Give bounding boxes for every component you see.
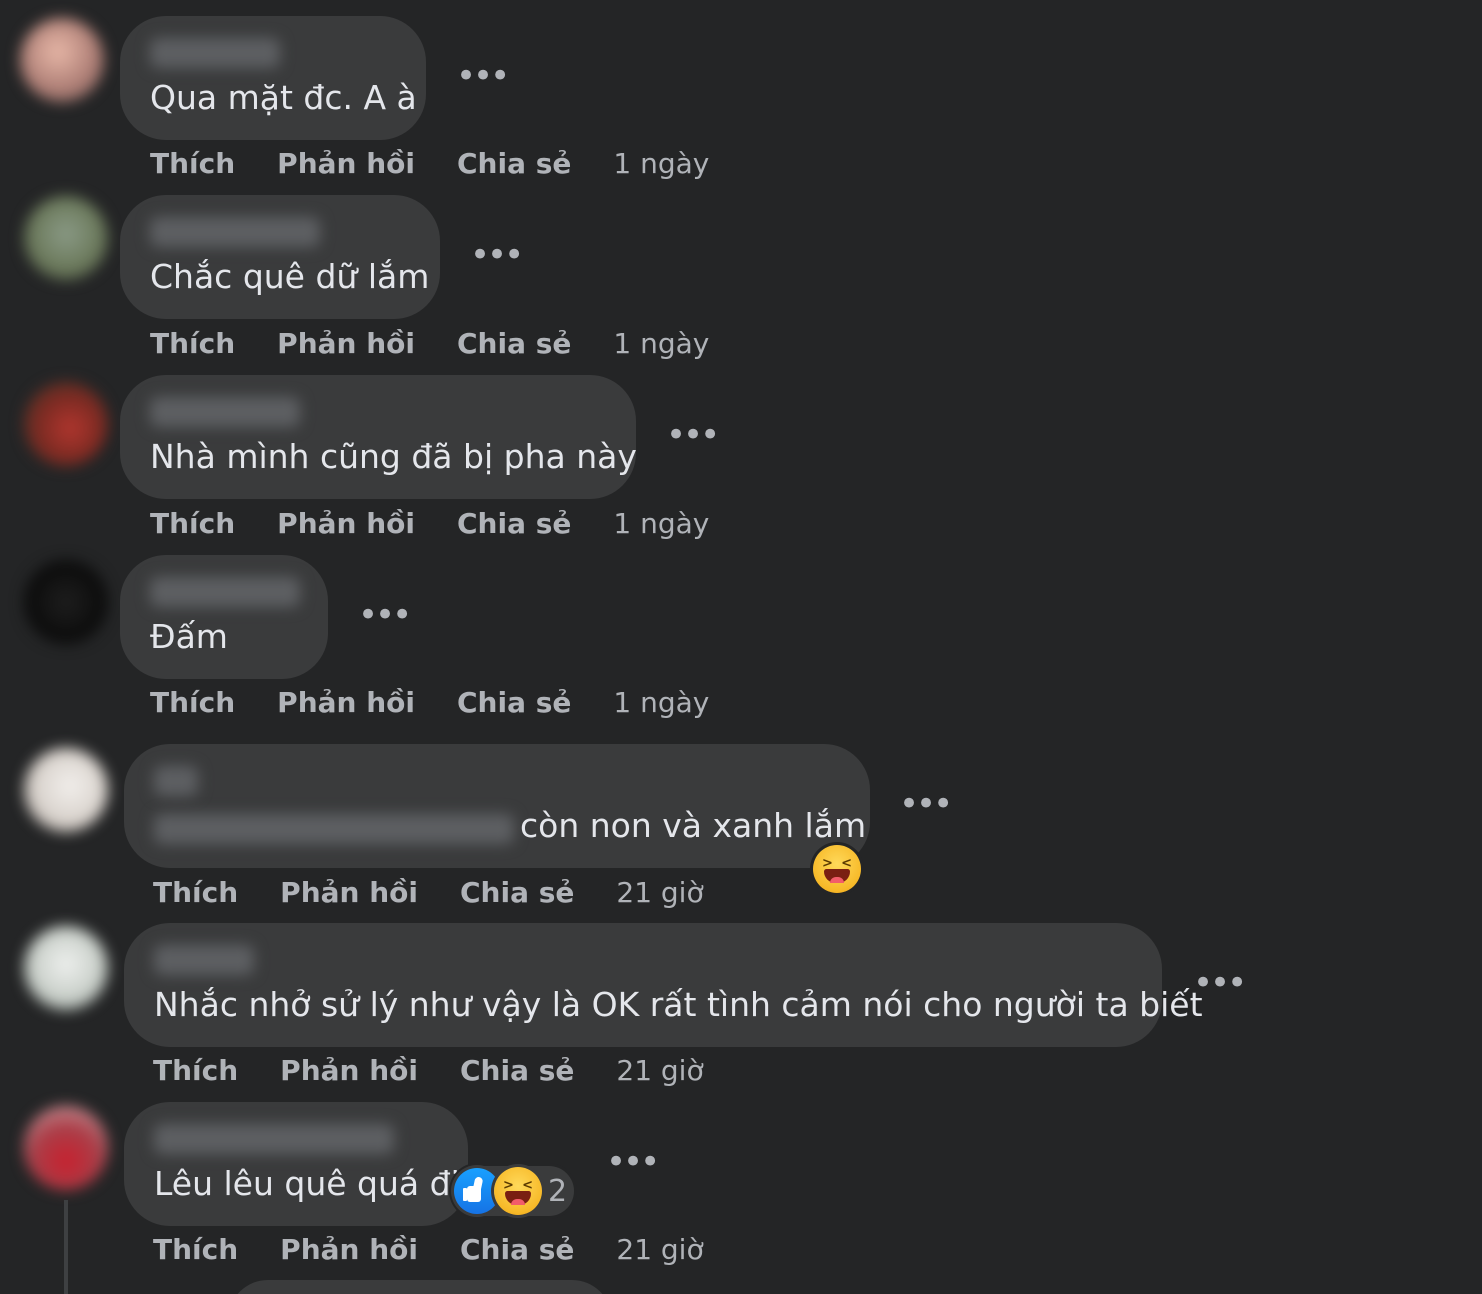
- comment-actions: Thích Phản hồi Chia sẻ 1 ngày: [150, 686, 709, 720]
- commenter-avatar[interactable]: [24, 926, 108, 1010]
- like-link[interactable]: Thích: [150, 686, 235, 720]
- comment-text: Chắc quê dữ lắm: [150, 257, 430, 296]
- reaction-summary[interactable]: > < 2: [452, 1166, 574, 1216]
- comment-actions: Thích Phản hồi Chia sẻ 21 giờ: [153, 1054, 704, 1088]
- ellipsis-icon[interactable]: •••: [606, 1145, 660, 1179]
- comment-bubble: Nhà mình cũng đã bị pha này: [120, 375, 637, 499]
- comment-text: Đấm: [150, 617, 228, 656]
- comment-bubble: Lêu lêu quê quá đi: [124, 1102, 468, 1226]
- comment-text: Lêu lêu quê quá đi: [154, 1164, 460, 1203]
- comment-text: Nhà mình cũng đã bị pha này: [150, 437, 637, 476]
- ellipsis-icon[interactable]: •••: [358, 598, 412, 632]
- share-link[interactable]: Chia sẻ: [457, 507, 571, 541]
- author-name-blurred[interactable]: [154, 1124, 394, 1154]
- commenter-avatar[interactable]: [24, 196, 108, 280]
- author-name-blurred[interactable]: [150, 397, 300, 427]
- like-link[interactable]: Thích: [153, 876, 238, 910]
- share-link[interactable]: Chia sẻ: [460, 1233, 574, 1267]
- comment-bubble: Đấm: [120, 555, 328, 679]
- comment-actions: Thích Phản hồi Chia sẻ 21 giờ: [153, 876, 704, 910]
- comment-timestamp[interactable]: 21 giờ: [616, 1054, 703, 1088]
- commenter-avatar[interactable]: [24, 1106, 108, 1190]
- author-name-blurred[interactable]: [154, 766, 198, 796]
- share-link[interactable]: Chia sẻ: [460, 1054, 574, 1088]
- like-link[interactable]: Thích: [150, 327, 235, 361]
- comment-bubble: Qua mặt đc. A à: [120, 16, 426, 140]
- author-name-blurred[interactable]: [154, 945, 254, 975]
- comment-bubble: Nhắc nhở sử lý như vậy là OK rất tình cả…: [124, 923, 1203, 1047]
- comment-text: còn non và xanh lắm: [520, 806, 867, 845]
- like-link[interactable]: Thích: [153, 1054, 238, 1088]
- reply-link[interactable]: Phản hồi: [280, 876, 418, 910]
- comment-timestamp[interactable]: 1 ngày: [613, 327, 709, 361]
- reply-link[interactable]: Phản hồi: [277, 147, 415, 181]
- haha-emoji-icon[interactable]: > <: [813, 845, 861, 893]
- author-name-blurred[interactable]: [150, 577, 300, 607]
- like-link[interactable]: Thích: [153, 1233, 238, 1267]
- author-name-blurred[interactable]: [150, 217, 320, 247]
- reply-link[interactable]: Phản hồi: [277, 507, 415, 541]
- share-link[interactable]: Chia sẻ: [460, 876, 574, 910]
- comment-bubble: còn non và xanh lắm: [124, 744, 870, 868]
- haha-emoji-icon: > <: [494, 1167, 542, 1215]
- comment-timestamp[interactable]: 1 ngày: [613, 147, 709, 181]
- commenter-avatar[interactable]: [24, 748, 108, 832]
- comment-thread: Qua mặt đc. A à ••• Thích Phản hồi Chia …: [0, 0, 1482, 1294]
- ellipsis-icon[interactable]: •••: [1193, 966, 1247, 1000]
- comment-text: Nhắc nhở sử lý như vậy là OK rất tình cả…: [154, 985, 1203, 1024]
- comment-timestamp[interactable]: 21 giờ: [616, 876, 703, 910]
- comment-actions: Thích Phản hồi Chia sẻ 1 ngày: [150, 507, 709, 541]
- ellipsis-icon[interactable]: •••: [470, 238, 524, 272]
- commenter-avatar[interactable]: [24, 382, 108, 466]
- like-link[interactable]: Thích: [150, 507, 235, 541]
- reaction-count: 2: [548, 1174, 568, 1209]
- comment-actions: Thích Phản hồi Chia sẻ 1 ngày: [150, 327, 709, 361]
- commenter-avatar[interactable]: [20, 18, 104, 102]
- tagged-user-blurred[interactable]: [154, 814, 514, 844]
- commenter-avatar[interactable]: [24, 560, 108, 644]
- reply-link[interactable]: Phản hồi: [277, 327, 415, 361]
- reply-link[interactable]: Phản hồi: [277, 686, 415, 720]
- comment-actions: Thích Phản hồi Chia sẻ 1 ngày: [150, 147, 709, 181]
- like-link[interactable]: Thích: [150, 147, 235, 181]
- reply-thread-line: [64, 1200, 68, 1294]
- share-link[interactable]: Chia sẻ: [457, 327, 571, 361]
- ellipsis-icon[interactable]: •••: [666, 418, 720, 452]
- reply-link[interactable]: Phản hồi: [280, 1054, 418, 1088]
- next-reply-bubble-partial: [228, 1280, 612, 1294]
- comment-text: Qua mặt đc. A à: [150, 78, 417, 117]
- share-link[interactable]: Chia sẻ: [457, 147, 571, 181]
- ellipsis-icon[interactable]: •••: [456, 59, 510, 93]
- ellipsis-icon[interactable]: •••: [899, 787, 953, 821]
- comment-bubble: Chắc quê dữ lắm: [120, 195, 440, 319]
- share-link[interactable]: Chia sẻ: [457, 686, 571, 720]
- comment-actions: Thích Phản hồi Chia sẻ 21 giờ: [153, 1233, 704, 1267]
- comment-timestamp[interactable]: 21 giờ: [616, 1233, 703, 1267]
- comment-timestamp[interactable]: 1 ngày: [613, 507, 709, 541]
- reply-link[interactable]: Phản hồi: [280, 1233, 418, 1267]
- author-name-blurred[interactable]: [150, 38, 280, 68]
- comment-timestamp[interactable]: 1 ngày: [613, 686, 709, 720]
